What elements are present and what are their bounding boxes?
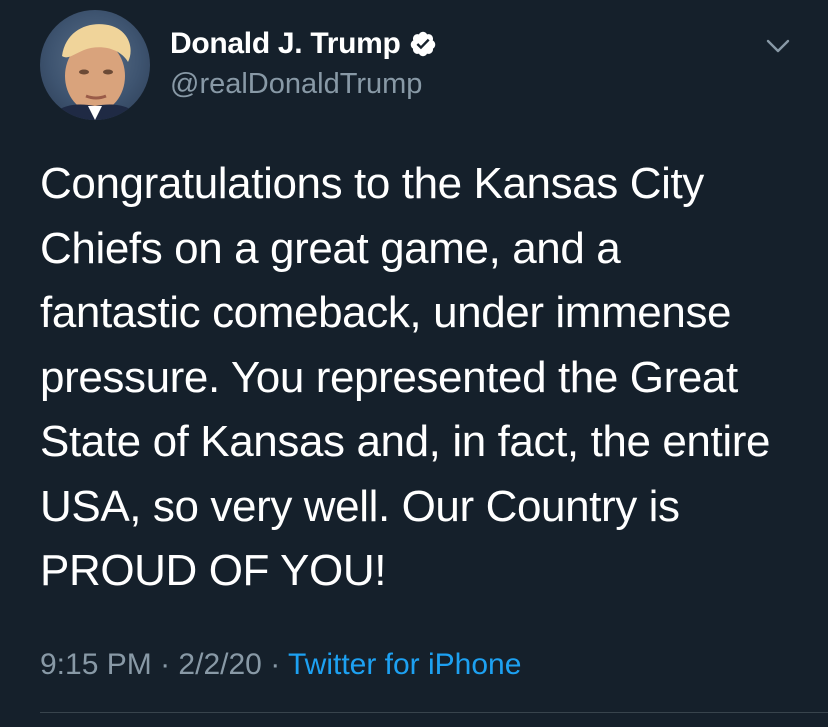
author-name-row: Donald J. Trump (170, 22, 437, 66)
tweet-text: Congratulations to the Kansas City Chief… (40, 159, 771, 595)
avatar-portrait (50, 24, 140, 120)
chevron-down-icon[interactable] (762, 30, 794, 62)
divider (40, 712, 828, 713)
handle[interactable]: @realDonaldTrump (170, 68, 437, 101)
tweet-time[interactable]: 9:15 PM (40, 648, 152, 681)
meta-separator: · (270, 648, 281, 681)
tweet-metadata: 9:15 PM · 2/2/20 · Twitter for iPhone (40, 648, 521, 682)
verified-badge-icon (410, 31, 435, 57)
tweet-source-link[interactable]: Twitter for iPhone (288, 648, 521, 681)
display-name[interactable]: Donald J. Trump (170, 27, 401, 61)
meta-separator: · (160, 648, 171, 681)
author-block[interactable]: Donald J. Trump @realDonaldTrump (170, 22, 437, 101)
tweet-date[interactable]: 2/2/20 (178, 648, 261, 681)
avatar[interactable] (40, 10, 150, 120)
tweet: Donald J. Trump @realDonaldTrump Congrat… (0, 0, 828, 727)
